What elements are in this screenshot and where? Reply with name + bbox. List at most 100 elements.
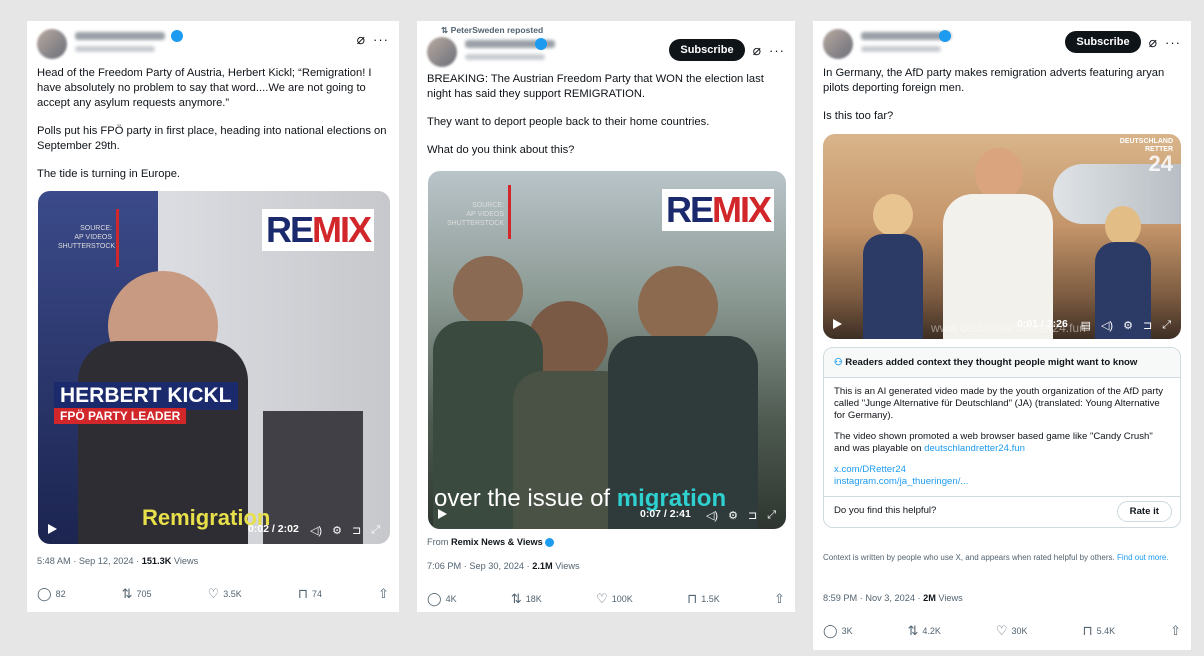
note-link-instagram[interactable]: instagram.com/ja_thueringen/... <box>834 476 1170 488</box>
reply-button[interactable]: ◯ 4K <box>427 591 457 607</box>
share-icon: ⇧ <box>378 586 389 601</box>
share-button[interactable]: ⇧ <box>774 591 785 607</box>
captions-icon[interactable]: ▤ <box>1081 319 1091 332</box>
community-note-header: ⚇ Readers added context they thought peo… <box>824 348 1180 378</box>
post-header: Subscribe ⌀ ··· <box>823 29 1181 63</box>
people-icon: ⚇ <box>834 357 846 368</box>
action-bar: ◯ 82 ⇅ 705 ♡ 3.5K ⊓ 74 ⇧ <box>37 586 389 602</box>
action-bar: ◯ 3K ⇅ 4.2K ♡ 30K ⊓ 5.4K ⇧ <box>823 623 1181 639</box>
video-time: 0:01 / 2:26 <box>1017 318 1068 330</box>
note-paragraph: This is an AI generated video made by th… <box>834 386 1164 421</box>
picture-in-picture-icon[interactable]: ⊐ <box>1143 319 1152 332</box>
from-source[interactable]: From Remix News & Views <box>427 537 555 548</box>
play-icon[interactable] <box>833 319 842 329</box>
author-name-blurred[interactable] <box>75 32 165 52</box>
verified-icon <box>535 38 547 50</box>
avatar[interactable] <box>823 29 853 59</box>
grok-icon[interactable]: ⌀ <box>1149 34 1157 51</box>
video-player[interactable]: SOURCE: AP VIDEOS SHUTTERSTOCK REMIX HER… <box>38 191 390 544</box>
role-banner: FPÖ PARTY LEADER <box>54 408 187 424</box>
post-card-1: ⌀ ··· Head of the Freedom Party of Austr… <box>27 21 399 612</box>
verified-icon <box>171 30 183 42</box>
post-paragraph: Polls put his FPÖ party in first place, … <box>37 125 390 152</box>
repost-indicator[interactable]: ⇅ PeterSweden reposted <box>441 25 543 36</box>
timestamp[interactable]: 5:48 AM · Sep 12, 2024 · <box>37 556 142 566</box>
settings-icon[interactable]: ⚙ <box>332 524 342 537</box>
source-name: AP VIDEOS SHUTTERSTOCK <box>446 211 504 227</box>
grok-icon[interactable]: ⌀ <box>753 42 761 59</box>
fullscreen-icon[interactable]: ⤢ <box>767 509 776 522</box>
note-link-x[interactable]: x.com/DRetter24 <box>834 464 1170 476</box>
post-paragraph: They want to deport people back to their… <box>427 116 710 128</box>
author-name-blurred[interactable] <box>861 32 951 52</box>
remix-logo: REMIX <box>261 209 374 251</box>
repost-button[interactable]: ⇅ 18K <box>511 591 542 607</box>
volume-icon[interactable]: ◁) <box>1101 319 1113 332</box>
post-meta: 8:59 PM · Nov 3, 2024 · 2M Views <box>823 593 963 603</box>
bookmark-button[interactable]: ⊓ 74 <box>298 586 322 602</box>
repost-button[interactable]: ⇅ 4.2K <box>908 623 941 639</box>
more-icon[interactable]: ··· <box>1165 35 1181 50</box>
reply-icon: ◯ <box>427 591 442 606</box>
view-count: 2M <box>923 593 936 603</box>
repost-button[interactable]: ⇅ 705 <box>122 586 152 602</box>
note-link[interactable]: deutschlandretter24.fun <box>924 443 1025 454</box>
volume-icon[interactable]: ◁) <box>310 524 322 537</box>
post-meta: 5:48 AM · Sep 12, 2024 · 151.3K Views <box>37 556 199 566</box>
share-button[interactable]: ⇧ <box>1170 623 1181 639</box>
note-disclaimer: Context is written by people who use X, … <box>823 553 1169 562</box>
like-button[interactable]: ♡ 30K <box>996 623 1028 639</box>
repost-icon: ⇅ <box>510 591 522 606</box>
picture-in-picture-icon[interactable]: ⊐ <box>352 524 361 537</box>
bookmark-button[interactable]: ⊓ 5.4K <box>1082 623 1115 639</box>
reply-icon: ◯ <box>37 586 52 601</box>
more-icon[interactable]: ··· <box>373 32 389 47</box>
repost-icon: ⇅ <box>121 586 133 601</box>
post-paragraph: Head of the Freedom Party of Austria, He… <box>37 67 375 109</box>
play-icon[interactable] <box>48 524 57 534</box>
post-text: BREAKING: The Austrian Freedom Party tha… <box>427 72 785 171</box>
like-button[interactable]: ♡ 3.5K <box>208 586 242 602</box>
source-name: AP VIDEOS SHUTTERSTOCK <box>58 234 116 250</box>
rate-it-button[interactable]: Rate it <box>1116 501 1172 522</box>
subscribe-button[interactable]: Subscribe <box>669 39 745 61</box>
bookmark-icon: ⊓ <box>1082 623 1093 638</box>
bookmark-button[interactable]: ⊓ 1.5K <box>687 591 720 607</box>
reply-button[interactable]: ◯ 82 <box>37 586 66 602</box>
post-paragraph: In Germany, the AfD party makes remigrat… <box>823 67 1168 94</box>
volume-icon[interactable]: ◁) <box>706 509 718 522</box>
source-label: SOURCE: <box>472 202 504 209</box>
video-player[interactable]: SOURCE: AP VIDEOS SHUTTERSTOCK REMIX ove… <box>428 171 786 529</box>
fullscreen-icon[interactable]: ⤢ <box>1162 319 1171 332</box>
fullscreen-icon[interactable]: ⤢ <box>371 524 380 537</box>
find-out-more-link[interactable]: Find out more. <box>1117 553 1169 562</box>
action-bar: ◯ 4K ⇅ 18K ♡ 100K ⊓ 1.5K ⇧ <box>427 591 785 607</box>
view-count: 151.3K <box>141 556 172 566</box>
more-icon[interactable]: ··· <box>769 43 785 58</box>
reply-button[interactable]: ◯ 3K <box>823 623 853 639</box>
bookmark-icon: ⊓ <box>687 591 698 606</box>
timestamp[interactable]: 7:06 PM · Sep 30, 2024 · <box>427 561 532 571</box>
reply-icon: ◯ <box>823 623 838 638</box>
play-icon[interactable] <box>438 509 447 519</box>
post-paragraph: Is this too far? <box>823 110 894 122</box>
avatar[interactable] <box>427 37 457 67</box>
source-label: SOURCE: <box>80 225 112 232</box>
settings-icon[interactable]: ⚙ <box>728 509 738 522</box>
avatar[interactable] <box>37 29 67 59</box>
timestamp[interactable]: 8:59 PM · Nov 3, 2024 · <box>823 593 923 603</box>
grok-icon[interactable]: ⌀ <box>357 31 365 48</box>
like-button[interactable]: ♡ 100K <box>596 591 633 607</box>
bookmark-icon: ⊓ <box>297 586 308 601</box>
community-note: ⚇ Readers added context they thought peo… <box>823 347 1181 528</box>
post-meta: 7:06 PM · Sep 30, 2024 · 2.1M Views <box>427 561 580 571</box>
share-button[interactable]: ⇧ <box>378 586 389 602</box>
post-card-3: Subscribe ⌀ ··· In Germany, the AfD part… <box>813 21 1191 650</box>
share-icon: ⇧ <box>1170 623 1181 638</box>
video-player[interactable]: DEUTSCHLAND RETTER 24 www.deutschlandret… <box>823 134 1181 339</box>
picture-in-picture-icon[interactable]: ⊐ <box>748 509 757 522</box>
subscribe-button[interactable]: Subscribe <box>1065 31 1141 53</box>
settings-icon[interactable]: ⚙ <box>1123 319 1133 332</box>
verified-icon <box>545 538 555 548</box>
verified-icon <box>939 30 951 42</box>
